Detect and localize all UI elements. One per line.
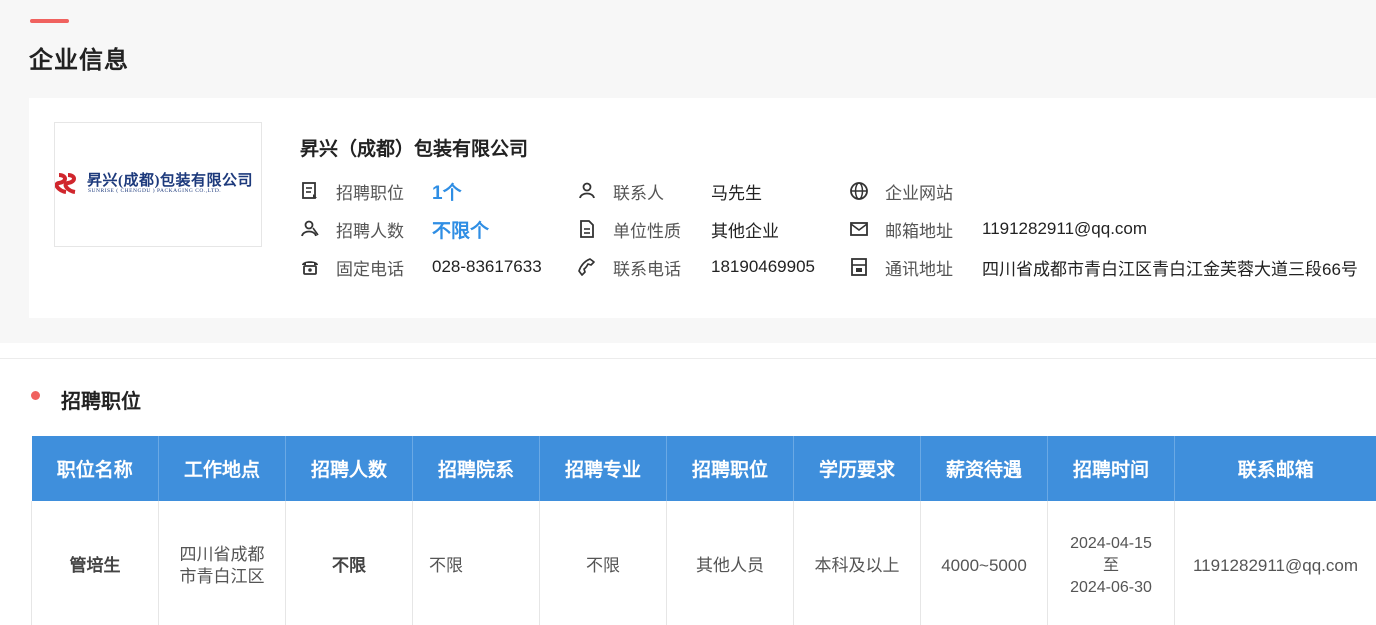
info-landline: 固定电话 028-83617633	[300, 254, 542, 280]
title-accent-bar	[30, 19, 69, 23]
job-education-cell: 本科及以上	[793, 501, 921, 625]
column-header: 招聘专业	[539, 436, 667, 501]
jobs-table: 职位名称 工作地点 招聘人数 招聘院系 招聘专业 招聘职位 学历要求 薪资待遇 …	[31, 436, 1376, 625]
table-row[interactable]: 管培生 四川省成都市青白江区 不限 不限 不限 其他人员 本科及以上 4000~…	[31, 501, 1376, 625]
job-email-cell: 1191282911@qq.com	[1174, 501, 1376, 625]
logo-text-en: SUNRISE ( CHENGDU ) PACKAGING CO.,LTD.	[88, 188, 222, 194]
info-label: 联系电话	[613, 259, 681, 279]
info-nature: 单位性质 其他企业	[577, 216, 779, 242]
job-time-end: 2024-06-30	[1070, 578, 1152, 596]
column-header: 招聘院系	[412, 436, 540, 501]
info-value: 028-83617633	[432, 257, 542, 276]
job-time-cell: 2024-04-15 至 2024-06-30	[1047, 501, 1175, 625]
job-salary-cell: 4000~5000	[920, 501, 1048, 625]
column-header: 职位名称	[31, 436, 159, 501]
job-time-start: 2024-04-15	[1070, 534, 1152, 552]
job-time-separator: 至	[1102, 556, 1119, 574]
job-position-cell: 其他人员	[666, 501, 794, 625]
company-logo-mark-icon	[55, 173, 76, 194]
column-header: 学历要求	[793, 436, 921, 501]
job-location-cell: 四川省成都市青白江区	[158, 501, 286, 625]
company-logo: 昇兴(成都)包装有限公司 SUNRISE ( CHENGDU ) PACKAGI…	[54, 122, 262, 247]
mail-icon	[850, 222, 868, 236]
users-icon	[301, 220, 319, 237]
info-label: 招聘职位	[336, 183, 404, 203]
table-header-row: 职位名称 工作地点 招聘人数 招聘院系 招聘专业 招聘职位 学历要求 薪资待遇 …	[31, 436, 1376, 501]
info-website: 企业网站	[849, 178, 953, 204]
info-phone: 联系电话 18190469905	[577, 254, 815, 280]
info-value: 18190469905	[711, 257, 816, 276]
jobs-section-title: 招聘职位	[61, 391, 141, 413]
user-icon	[579, 182, 595, 199]
phone-handset-icon	[578, 258, 595, 276]
column-header: 招聘时间	[1047, 436, 1175, 501]
info-headcount: 招聘人数 不限个	[300, 216, 489, 242]
job-headcount-cell: 不限	[285, 501, 413, 625]
section-divider	[0, 358, 1376, 359]
info-label: 邮箱地址	[885, 221, 953, 241]
info-value: 1个	[432, 182, 462, 204]
info-address: 通讯地址 四川省成都市青白江区青白江金芙蓉大道三段66号	[849, 254, 1358, 280]
page-title: 企业信息	[29, 47, 129, 74]
company-card: 昇兴(成都)包装有限公司 SUNRISE ( CHENGDU ) PACKAGI…	[29, 98, 1376, 318]
info-value: 其他企业	[711, 221, 779, 241]
logo-text-cn: 昇兴(成都)包装有限公司	[87, 173, 253, 189]
info-value: 四川省成都市青白江区青白江金芙蓉大道三段66号	[982, 259, 1358, 279]
column-header: 工作地点	[158, 436, 286, 501]
document-list-icon	[302, 182, 317, 199]
globe-icon	[850, 182, 868, 200]
company-info-section: 企业信息 昇兴(成都)包装有限公司 SUNRISE ( CHENGDU ) PA…	[0, 0, 1376, 343]
job-department-cell: 不限	[412, 501, 540, 625]
column-header: 招聘职位	[666, 436, 794, 501]
job-title-cell[interactable]: 管培生	[31, 501, 159, 625]
column-header: 薪资待遇	[920, 436, 1048, 501]
job-location-text: 四川省成都市青白江区	[179, 544, 265, 586]
info-value: 1191282911@qq.com	[982, 219, 1148, 238]
info-value: 马先生	[711, 183, 762, 203]
subsection-bullet	[31, 391, 40, 400]
document-icon	[580, 220, 594, 238]
info-value: 不限个	[432, 220, 490, 242]
info-label: 联系人	[613, 183, 664, 203]
column-header: 招聘人数	[285, 436, 413, 501]
info-label: 招聘人数	[336, 221, 404, 241]
telephone-icon	[302, 261, 318, 275]
info-positions: 招聘职位 1个	[300, 178, 462, 204]
info-contact: 联系人 马先生	[577, 178, 762, 204]
info-label: 固定电话	[336, 259, 404, 279]
info-label: 企业网站	[885, 183, 953, 203]
job-major-cell: 不限	[539, 501, 667, 625]
info-label: 单位性质	[613, 221, 681, 241]
building-icon	[851, 258, 867, 276]
column-header: 联系邮箱	[1174, 436, 1376, 501]
info-label: 通讯地址	[885, 259, 953, 279]
info-email: 邮箱地址 1191282911@qq.com	[849, 216, 1147, 242]
company-name: 昇兴（成都）包装有限公司	[300, 139, 529, 160]
